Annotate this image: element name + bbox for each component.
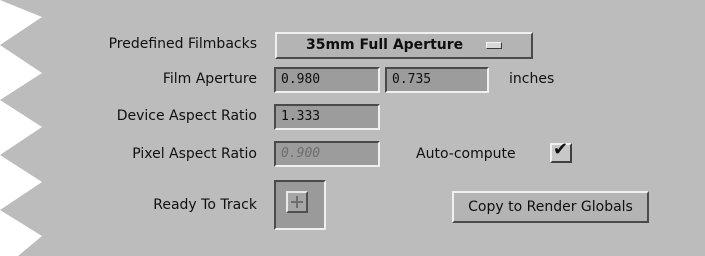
ready-to-track-button[interactable] [274, 180, 326, 230]
auto-compute-checkbox[interactable]: ✔ [550, 139, 572, 163]
film-aperture-width-field[interactable]: 0.980 [274, 67, 380, 93]
filmback-panel: Predefined Filmbacks 35mm Full Aperture … [0, 0, 705, 256]
ready-indicator [286, 191, 308, 213]
aperture-unit-label: inches [509, 71, 555, 87]
device-aspect-ratio-label: Device Aspect Ratio [116, 108, 257, 124]
device-aspect-ratio-field[interactable]: 1.333 [274, 104, 380, 130]
checkmark-icon: ✔ [553, 139, 569, 160]
plus-icon [291, 196, 303, 208]
copy-to-render-globals-button[interactable]: Copy to Render Globals [452, 191, 649, 223]
film-aperture-height-field[interactable]: 0.735 [385, 67, 489, 93]
pixel-aspect-ratio-label: Pixel Aspect Ratio [132, 146, 257, 162]
auto-compute-label: Auto-compute [416, 146, 516, 162]
predefined-filmbacks-label: Predefined Filmbacks [108, 36, 257, 52]
predefined-filmbacks-dropdown[interactable]: 35mm Full Aperture [275, 32, 533, 59]
film-aperture-label: Film Aperture [162, 71, 257, 87]
pixel-aspect-ratio-field: 0.900 [274, 141, 380, 167]
option-menu-icon [486, 41, 503, 49]
predefined-filmbacks-value: 35mm Full Aperture [305, 37, 464, 53]
ready-to-track-label: Ready To Track [153, 197, 257, 213]
